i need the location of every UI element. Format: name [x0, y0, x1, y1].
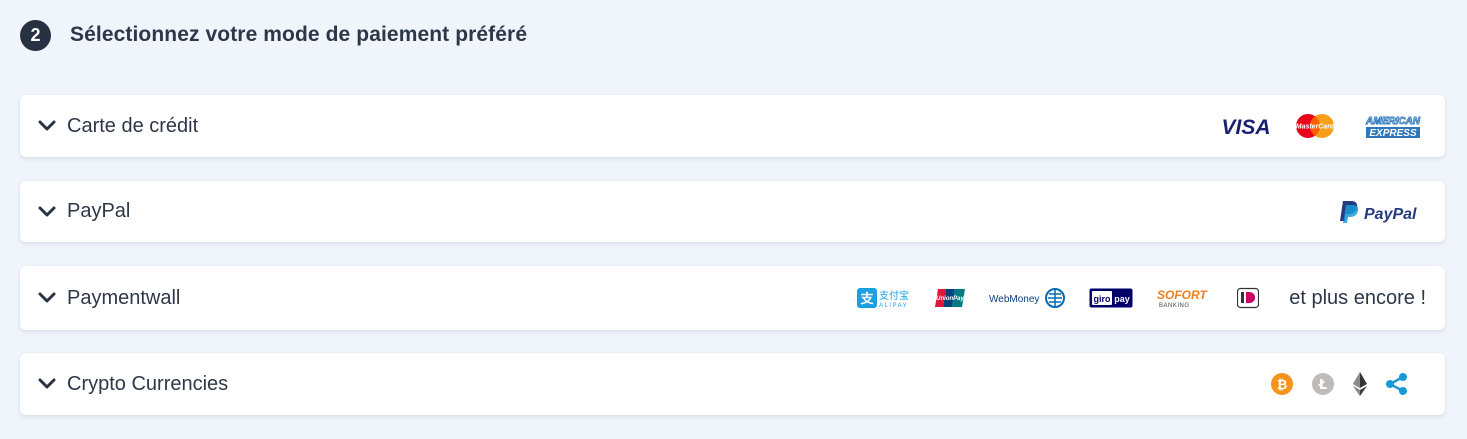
- more-methods-text: et plus encore !: [1289, 286, 1426, 309]
- bitcoin-icon: ₿: [1270, 372, 1294, 396]
- payment-option-label: Carte de crédit: [67, 114, 199, 137]
- svg-text:giro: giro: [1094, 294, 1112, 304]
- step-title: Sélectionnez votre mode de paiement préf…: [70, 23, 528, 46]
- step-header: 2 Sélectionnez votre mode de paiement pr…: [20, 19, 527, 51]
- card-logos: VISA MasterCard AMERICAN EXPRESS: [1218, 95, 1426, 157]
- payment-option-paymentwall[interactable]: Paymentwall 支 支付宝 ALIPAY UnionPay WebMon…: [20, 266, 1445, 330]
- mastercard-logo: MasterCard: [1294, 113, 1336, 139]
- svg-text:MasterCard: MasterCard: [1296, 124, 1335, 131]
- svg-text:₿: ₿: [1277, 378, 1288, 393]
- ripple-icon: [1385, 372, 1409, 396]
- ethereum-icon: [1352, 371, 1368, 397]
- litecoin-icon: Ł: [1311, 372, 1335, 396]
- chevron-down-icon: [37, 374, 57, 394]
- payment-option-label: Crypto Currencies: [67, 372, 229, 395]
- giropay-logo: giro pay: [1089, 288, 1133, 308]
- svg-text:支付宝: 支付宝: [879, 289, 909, 302]
- svg-text:pay: pay: [1114, 294, 1130, 304]
- svg-text:EXPRESS: EXPRESS: [1369, 128, 1417, 139]
- visa-logo: VISA: [1218, 114, 1274, 138]
- payment-option-crypto[interactable]: Crypto Currencies ₿ Ł: [20, 353, 1445, 415]
- paymentwall-logos: 支 支付宝 ALIPAY UnionPay WebMoney giro pay …: [857, 266, 1426, 330]
- paypal-logo: PayPal: [1338, 199, 1426, 225]
- crypto-logos: ₿ Ł: [1270, 353, 1409, 415]
- webmoney-logo: WebMoney: [989, 287, 1066, 309]
- chevron-down-icon: [37, 116, 57, 136]
- svg-text:支: 支: [860, 291, 875, 307]
- payment-option-credit-card[interactable]: Carte de crédit VISA MasterCard AMERICAN…: [20, 95, 1445, 157]
- payment-option-label: Paymentwall: [67, 286, 181, 309]
- svg-text:VISA: VISA: [1221, 116, 1270, 138]
- chevron-down-icon: [37, 288, 57, 308]
- svg-text:WebMoney: WebMoney: [989, 294, 1039, 305]
- chevron-down-icon: [37, 202, 57, 222]
- american-express-logo: AMERICAN EXPRESS: [1360, 113, 1426, 139]
- payment-option-paypal[interactable]: PayPal PayPal: [20, 181, 1445, 242]
- unionpay-logo: UnionPay: [935, 288, 966, 308]
- svg-text:UnionPay: UnionPay: [936, 296, 964, 302]
- alipay-logo: 支 支付宝 ALIPAY: [857, 287, 913, 309]
- payment-option-label: PayPal: [67, 200, 131, 222]
- svg-text:AMERICAN: AMERICAN: [1365, 116, 1421, 127]
- paypal-logos: PayPal: [1338, 181, 1426, 242]
- step-number-badge: 2: [20, 19, 51, 51]
- ideal-logo: iD: [1237, 287, 1260, 309]
- svg-text:PayPal: PayPal: [1364, 206, 1417, 223]
- svg-text:Ł: Ł: [1318, 378, 1327, 393]
- svg-text:ALIPAY: ALIPAY: [879, 303, 908, 309]
- svg-text:SOFORT: SOFORT: [1157, 288, 1208, 302]
- svg-text:BANKING: BANKING: [1159, 303, 1190, 309]
- sofort-banking-logo: SOFORT BANKING: [1157, 287, 1213, 309]
